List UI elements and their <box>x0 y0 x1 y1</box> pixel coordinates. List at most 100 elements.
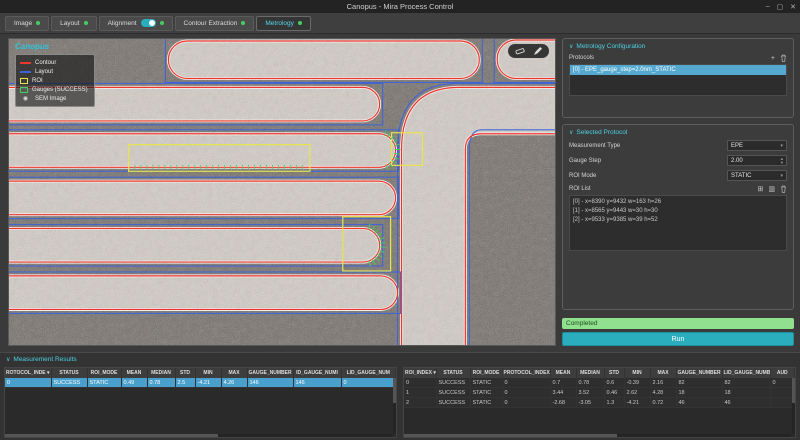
roi-mode-select[interactable]: STATIC ▾ <box>727 170 787 181</box>
horizontal-scrollbar[interactable] <box>404 434 791 437</box>
status-dot-icon <box>159 21 164 25</box>
maximize-button[interactable]: ▢ <box>777 3 784 11</box>
table-cell: 0.78 <box>147 378 176 388</box>
minimize-button[interactable]: – <box>766 3 770 10</box>
import-roi-button[interactable]: ▥ <box>768 185 775 193</box>
table-row[interactable]: 1 SUCCESS STATIC 0 3.44 3.52 0.46 2.62 4.28 18 18 <box>404 387 795 398</box>
section-header[interactable]: ∨ Selected Protocol <box>569 129 787 136</box>
column-header[interactable]: MAX <box>221 368 248 378</box>
table-cell <box>770 397 795 408</box>
tab-layout[interactable]: Layout <box>51 15 97 31</box>
delete-protocol-button[interactable] <box>780 54 787 62</box>
column-header[interactable]: MIN <box>624 368 651 378</box>
table-cell: 1.3 <box>604 397 625 408</box>
status-dot-icon <box>36 21 41 25</box>
column-header[interactable]: STATUS <box>436 368 471 378</box>
column-header[interactable]: ROTOCOL_INDE ▾ <box>5 368 52 378</box>
contour-swatch-icon <box>20 61 31 64</box>
section-title: Measurement Results <box>13 356 77 363</box>
column-header[interactable]: MEAN <box>121 368 148 378</box>
protocol-results-table-container: ROTOCOL_INDE ▾ STATUS ROI_MODE MEAN MEDIAN ST… <box>4 367 397 438</box>
tab-label: Contour Extraction <box>183 19 238 27</box>
tab-alignment[interactable]: Alignment <box>98 15 173 31</box>
metrology-configuration-section: ∨ Metrology Configuration Protocols + [0… <box>562 38 794 118</box>
table-cell: 2 <box>404 397 437 408</box>
canopus-watermark: Canopus <box>15 42 50 51</box>
column-header[interactable]: MAX <box>650 368 677 378</box>
gauge-step-spinner[interactable]: 2.00 ▴ ▾ <box>727 155 787 166</box>
add-protocol-button[interactable]: + <box>771 55 775 62</box>
sem-viewer[interactable]: Canopus Contour Layout ROI Gauges (SUCCE… <box>8 38 556 346</box>
column-header[interactable]: MIN <box>195 368 222 378</box>
viewer-toolbar <box>508 44 549 58</box>
column-header[interactable]: ROI_MODE <box>470 368 503 378</box>
measurement-type-select[interactable]: EPE ▾ <box>727 140 787 151</box>
section-header[interactable]: ∨ Measurement Results <box>0 353 800 365</box>
roi-list: [0] - x=8390 y=9432 w=163 h=26 [1] - x=8… <box>569 195 787 251</box>
legend-item-sem-image[interactable]: ◉ SEM Image <box>20 94 88 103</box>
vertical-scrollbar[interactable] <box>792 378 795 433</box>
column-header[interactable]: ID_GAUGE_NUMI <box>293 368 342 378</box>
table-cell: 0 <box>341 378 396 388</box>
tab-image[interactable]: Image <box>5 15 50 31</box>
column-header[interactable]: AUD <box>770 368 795 378</box>
column-header[interactable]: GAUGE_NUMBER <box>247 368 294 378</box>
column-header[interactable]: STD <box>175 368 196 378</box>
table-row[interactable]: 2 SUCCESS STATIC 0 -2.68 -3.05 1.3 -4.21 0.72 46 4… <box>404 397 795 408</box>
add-roi-button[interactable]: ⊞ <box>758 185 764 193</box>
roi-list-label: ROI List <box>569 186 591 192</box>
column-header[interactable]: ROI_INDEX ▾ <box>404 368 437 378</box>
column-header[interactable]: PROTOCOL_INDEX <box>502 368 551 378</box>
table-cell: SUCCESS <box>436 378 471 388</box>
table-cell: STATIC <box>470 397 503 408</box>
table-cell: SUCCESS <box>51 378 88 388</box>
table-cell: 4.26 <box>221 378 248 388</box>
roi-list-item[interactable]: [0] - x=8390 y=9432 w=163 h=26 <box>570 197 786 206</box>
chevron-down-icon: ∨ <box>569 44 574 50</box>
close-button[interactable]: ✕ <box>790 3 796 11</box>
table-row[interactable]: 0 SUCCESS STATIC 0 0.7 0.78 0.6 -0.39 2.16 82 82 0 <box>404 378 795 388</box>
horizontal-scrollbar[interactable] <box>5 434 392 437</box>
pen-button[interactable] <box>533 46 542 56</box>
table-cell: 82 <box>722 378 771 388</box>
selected-protocol-section: ∨ Selected Protocol Measurement Type EPE… <box>562 124 794 310</box>
column-header[interactable]: GAUGE_NUMBER <box>676 368 723 378</box>
table-cell: SUCCESS <box>436 397 471 408</box>
protocols-list: [0] - EPE_gauge_step=2.0nm_STATIC <box>569 64 787 96</box>
vertical-scrollbar[interactable] <box>393 378 396 433</box>
section-header[interactable]: ∨ Metrology Configuration <box>569 43 787 50</box>
column-header[interactable]: MEDIAN <box>576 368 605 378</box>
tab-contour-extraction[interactable]: Contour Extraction <box>174 15 255 31</box>
tab-label: Metrology <box>265 19 294 27</box>
column-header[interactable]: LID_GAUGE_NUMB <box>722 368 771 378</box>
spinner-arrows-icon[interactable]: ▴ ▾ <box>781 156 783 164</box>
tab-bar: Image Layout Alignment Contour Extractio… <box>0 13 800 34</box>
table-cell: 18 <box>722 387 771 398</box>
column-header[interactable]: ROI_MODE <box>87 368 122 378</box>
protocol-results-table: ROTOCOL_INDE ▾ STATUS ROI_MODE MEAN MEDIAN ST… <box>5 368 396 388</box>
legend-item-roi[interactable]: ROI <box>20 76 88 85</box>
column-header[interactable]: MEAN <box>550 368 577 378</box>
status-badge: Completed <box>562 318 794 329</box>
tab-metrology[interactable]: Metrology <box>256 15 311 31</box>
legend-item-gauges[interactable]: Gauges (SUCCESS) <box>20 85 88 94</box>
delete-roi-button[interactable] <box>780 185 787 193</box>
alignment-toggle[interactable] <box>140 19 156 27</box>
column-header[interactable]: STD <box>604 368 625 378</box>
legend-item-layout[interactable]: Layout <box>20 67 88 76</box>
tab-label: Image <box>14 19 33 27</box>
roi-list-item[interactable]: [2] - x=9533 y=9385 w=39 h=52 <box>570 215 786 224</box>
run-button[interactable]: Run <box>562 332 794 346</box>
eraser-button[interactable] <box>515 47 525 55</box>
column-header[interactable]: STATUS <box>51 368 88 378</box>
column-header[interactable]: MEDIAN <box>147 368 176 378</box>
column-header[interactable]: LID_GAUGE_NUM <box>341 368 396 378</box>
protocol-list-item[interactable]: [0] - EPE_gauge_step=2.0nm_STATIC <box>570 65 786 75</box>
roi-list-item[interactable]: [1] - x=8565 y=9443 w=30 h=30 <box>570 206 786 215</box>
table-cell: -0.39 <box>624 378 651 388</box>
layout-swatch-icon <box>20 70 31 73</box>
table-row[interactable]: 0 SUCCESS STATIC 0.49 0.78 2.5 -4.21 4.26 146 146… <box>5 378 396 388</box>
legend-item-contour[interactable]: Contour <box>20 58 88 67</box>
measurement-type-value: EPE <box>731 142 744 149</box>
roi-results-table: ROI_INDEX ▾ STATUS ROI_MODE PROTOCOL_INDEX M… <box>404 368 795 408</box>
